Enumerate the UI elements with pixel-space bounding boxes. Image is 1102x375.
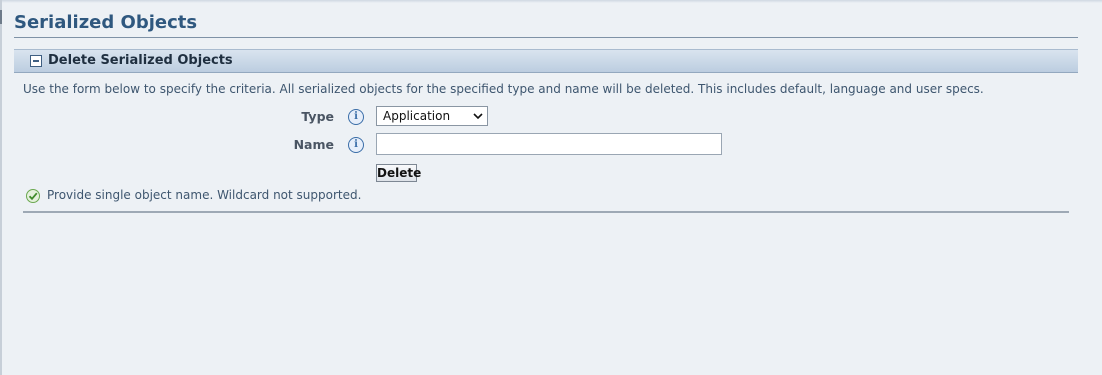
minus-box-icon[interactable] <box>30 55 42 67</box>
type-select-value: Application <box>383 109 451 123</box>
window-left-marker <box>0 10 2 24</box>
window-top-edge <box>0 0 1102 3</box>
name-label: Name <box>293 137 334 152</box>
type-label: Type <box>301 109 334 124</box>
section-title: Delete Serialized Objects <box>48 53 233 68</box>
check-circle-icon <box>26 189 40 203</box>
delete-button[interactable]: Delete <box>376 164 421 182</box>
window-left-edge <box>0 0 2 375</box>
page-title: Serialized Objects <box>14 12 198 33</box>
section-divider <box>23 211 1069 213</box>
instructions-text: Use the form below to specify the criter… <box>23 82 984 96</box>
title-divider <box>14 37 1078 38</box>
section-header: Delete Serialized Objects <box>14 49 1078 73</box>
hint-text: Provide single object name. Wildcard not… <box>47 188 362 202</box>
type-select[interactable]: Application <box>376 106 488 126</box>
chevron-down-icon <box>473 113 483 120</box>
name-input[interactable] <box>376 133 722 155</box>
type-info-icon[interactable]: i <box>348 109 364 125</box>
name-info-icon[interactable]: i <box>348 137 364 153</box>
